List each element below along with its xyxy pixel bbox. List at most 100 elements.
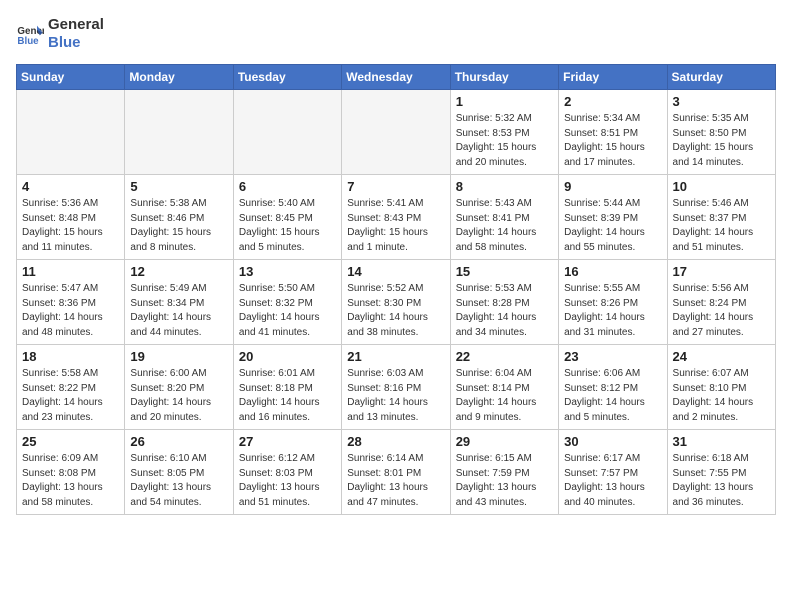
calendar-cell: 8 Sunrise: 5:43 AM Sunset: 8:41 PM Daylig… xyxy=(450,175,558,260)
calendar-cell: 4 Sunrise: 5:36 AM Sunset: 8:48 PM Daylig… xyxy=(17,175,125,260)
day-number: 30 xyxy=(564,434,661,449)
column-header-thursday: Thursday xyxy=(450,65,558,90)
calendar-cell: 25 Sunrise: 6:09 AM Sunset: 8:08 PM Dayli… xyxy=(17,430,125,515)
calendar-cell: 14 Sunrise: 5:52 AM Sunset: 8:30 PM Dayli… xyxy=(342,260,450,345)
calendar-cell: 28 Sunrise: 6:14 AM Sunset: 8:01 PM Dayli… xyxy=(342,430,450,515)
day-info: Sunrise: 6:03 AM Sunset: 8:16 PM Dayligh… xyxy=(347,367,444,425)
day-info: Sunrise: 5:36 AM Sunset: 8:48 PM Dayligh… xyxy=(22,197,119,255)
page-header: General Blue General Blue xyxy=(16,16,776,52)
calendar-cell: 13Sunrise: 5:50 AM Sunset: 8:32 PM Dayli… xyxy=(233,260,341,345)
day-info: Sunrise: 5:56 AM Sunset: 8:24 PM Dayligh… xyxy=(673,282,770,340)
logo-line2: Blue xyxy=(48,34,104,52)
day-info: Sunrise: 6:09 AM Sunset: 8:08 PM Dayligh… xyxy=(22,452,119,510)
day-info: Sunrise: 6:00 AM Sunset: 8:20 PM Dayligh… xyxy=(130,367,227,425)
day-number: 15 xyxy=(456,264,553,279)
day-info: Sunrise: 5:52 AM Sunset: 8:30 PM Dayligh… xyxy=(347,282,444,340)
day-number: 14 xyxy=(347,264,444,279)
calendar-cell: 9Sunrise: 5:44 AM Sunset: 8:39 PM Daylig… xyxy=(559,175,667,260)
day-info: Sunrise: 6:18 AM Sunset: 7:55 PM Dayligh… xyxy=(673,452,770,510)
day-number: 20 xyxy=(239,349,336,364)
week-row-2: 4 Sunrise: 5:36 AM Sunset: 8:48 PM Daylig… xyxy=(17,175,776,260)
day-info: Sunrise: 5:50 AM Sunset: 8:32 PM Dayligh… xyxy=(239,282,336,340)
calendar-cell: 22Sunrise: 6:04 AM Sunset: 8:14 PM Dayli… xyxy=(450,345,558,430)
calendar-cell xyxy=(125,90,233,175)
day-info: Sunrise: 5:46 AM Sunset: 8:37 PM Dayligh… xyxy=(673,197,770,255)
calendar-cell: 2Sunrise: 5:34 AM Sunset: 8:51 PM Daylig… xyxy=(559,90,667,175)
day-info: Sunrise: 5:35 AM Sunset: 8:50 PM Dayligh… xyxy=(673,112,770,170)
week-row-4: 18Sunrise: 5:58 AM Sunset: 8:22 PM Dayli… xyxy=(17,345,776,430)
day-number: 9 xyxy=(564,179,661,194)
calendar-cell: 23Sunrise: 6:06 AM Sunset: 8:12 PM Dayli… xyxy=(559,345,667,430)
column-header-wednesday: Wednesday xyxy=(342,65,450,90)
logo: General Blue General Blue xyxy=(16,16,104,52)
calendar-header-row: SundayMondayTuesdayWednesdayThursdayFrid… xyxy=(17,65,776,90)
day-info: Sunrise: 6:01 AM Sunset: 8:18 PM Dayligh… xyxy=(239,367,336,425)
day-number: 28 xyxy=(347,434,444,449)
day-info: Sunrise: 6:14 AM Sunset: 8:01 PM Dayligh… xyxy=(347,452,444,510)
calendar-cell: 24 Sunrise: 6:07 AM Sunset: 8:10 PM Dayli… xyxy=(667,345,775,430)
day-info: Sunrise: 6:15 AM Sunset: 7:59 PM Dayligh… xyxy=(456,452,553,510)
calendar-cell: 19 Sunrise: 6:00 AM Sunset: 8:20 PM Dayli… xyxy=(125,345,233,430)
day-info: Sunrise: 6:04 AM Sunset: 8:14 PM Dayligh… xyxy=(456,367,553,425)
logo-line1: General xyxy=(48,16,104,34)
calendar-cell: 17 Sunrise: 5:56 AM Sunset: 8:24 PM Dayli… xyxy=(667,260,775,345)
day-number: 7 xyxy=(347,179,444,194)
day-number: 31 xyxy=(673,434,770,449)
calendar-cell: 20 Sunrise: 6:01 AM Sunset: 8:18 PM Dayli… xyxy=(233,345,341,430)
calendar-cell: 31 Sunrise: 6:18 AM Sunset: 7:55 PM Dayli… xyxy=(667,430,775,515)
day-info: Sunrise: 6:17 AM Sunset: 7:57 PM Dayligh… xyxy=(564,452,661,510)
day-info: Sunrise: 5:40 AM Sunset: 8:45 PM Dayligh… xyxy=(239,197,336,255)
day-number: 5 xyxy=(130,179,227,194)
calendar-cell: 29 Sunrise: 6:15 AM Sunset: 7:59 PM Dayli… xyxy=(450,430,558,515)
calendar-cell xyxy=(233,90,341,175)
day-number: 11 xyxy=(22,264,119,279)
day-info: Sunrise: 5:53 AM Sunset: 8:28 PM Dayligh… xyxy=(456,282,553,340)
calendar-cell: 3 Sunrise: 5:35 AM Sunset: 8:50 PM Daylig… xyxy=(667,90,775,175)
day-info: Sunrise: 5:43 AM Sunset: 8:41 PM Dayligh… xyxy=(456,197,553,255)
day-info: Sunrise: 5:34 AM Sunset: 8:51 PM Dayligh… xyxy=(564,112,661,170)
day-number: 26 xyxy=(130,434,227,449)
calendar-cell: 10 Sunrise: 5:46 AM Sunset: 8:37 PM Dayli… xyxy=(667,175,775,260)
day-number: 6 xyxy=(239,179,336,194)
day-info: Sunrise: 5:49 AM Sunset: 8:34 PM Dayligh… xyxy=(130,282,227,340)
day-number: 17 xyxy=(673,264,770,279)
day-number: 1 xyxy=(456,94,553,109)
week-row-3: 11Sunrise: 5:47 AM Sunset: 8:36 PM Dayli… xyxy=(17,260,776,345)
calendar-cell xyxy=(17,90,125,175)
calendar-cell: 12 Sunrise: 5:49 AM Sunset: 8:34 PM Dayli… xyxy=(125,260,233,345)
calendar-cell: 6 Sunrise: 5:40 AM Sunset: 8:45 PM Daylig… xyxy=(233,175,341,260)
day-number: 12 xyxy=(130,264,227,279)
day-number: 27 xyxy=(239,434,336,449)
day-number: 21 xyxy=(347,349,444,364)
calendar-cell: 18Sunrise: 5:58 AM Sunset: 8:22 PM Dayli… xyxy=(17,345,125,430)
day-info: Sunrise: 5:38 AM Sunset: 8:46 PM Dayligh… xyxy=(130,197,227,255)
day-number: 19 xyxy=(130,349,227,364)
calendar-cell: 30 Sunrise: 6:17 AM Sunset: 7:57 PM Dayli… xyxy=(559,430,667,515)
calendar-cell: 27 Sunrise: 6:12 AM Sunset: 8:03 PM Dayli… xyxy=(233,430,341,515)
day-number: 4 xyxy=(22,179,119,194)
svg-text:Blue: Blue xyxy=(17,36,39,47)
calendar-cell: 15 Sunrise: 5:53 AM Sunset: 8:28 PM Dayli… xyxy=(450,260,558,345)
day-number: 8 xyxy=(456,179,553,194)
calendar-cell: 5 Sunrise: 5:38 AM Sunset: 8:46 PM Daylig… xyxy=(125,175,233,260)
day-info: Sunrise: 6:12 AM Sunset: 8:03 PM Dayligh… xyxy=(239,452,336,510)
week-row-1: 1Sunrise: 5:32 AM Sunset: 8:53 PM Daylig… xyxy=(17,90,776,175)
column-header-sunday: Sunday xyxy=(17,65,125,90)
calendar-cell: 7Sunrise: 5:41 AM Sunset: 8:43 PM Daylig… xyxy=(342,175,450,260)
day-number: 29 xyxy=(456,434,553,449)
day-info: Sunrise: 6:06 AM Sunset: 8:12 PM Dayligh… xyxy=(564,367,661,425)
column-header-monday: Monday xyxy=(125,65,233,90)
calendar-cell: 11Sunrise: 5:47 AM Sunset: 8:36 PM Dayli… xyxy=(17,260,125,345)
day-number: 25 xyxy=(22,434,119,449)
day-info: Sunrise: 6:07 AM Sunset: 8:10 PM Dayligh… xyxy=(673,367,770,425)
calendar-cell: 26Sunrise: 6:10 AM Sunset: 8:05 PM Dayli… xyxy=(125,430,233,515)
calendar-cell: 16 Sunrise: 5:55 AM Sunset: 8:26 PM Dayli… xyxy=(559,260,667,345)
week-row-5: 25 Sunrise: 6:09 AM Sunset: 8:08 PM Dayli… xyxy=(17,430,776,515)
calendar-table: SundayMondayTuesdayWednesdayThursdayFrid… xyxy=(16,64,776,515)
calendar-cell: 21 Sunrise: 6:03 AM Sunset: 8:16 PM Dayli… xyxy=(342,345,450,430)
day-number: 16 xyxy=(564,264,661,279)
day-number: 10 xyxy=(673,179,770,194)
day-info: Sunrise: 5:55 AM Sunset: 8:26 PM Dayligh… xyxy=(564,282,661,340)
day-number: 24 xyxy=(673,349,770,364)
day-number: 3 xyxy=(673,94,770,109)
